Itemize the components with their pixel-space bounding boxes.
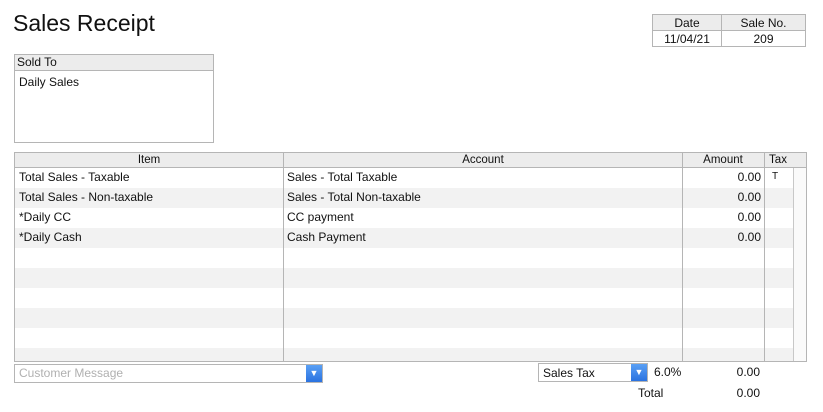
date-field[interactable]: 11/04/21 bbox=[652, 30, 722, 47]
table-row[interactable]: *Daily CC CC payment 0.00 bbox=[15, 208, 806, 228]
table-scrollbar[interactable] bbox=[793, 168, 806, 361]
customer-message-select[interactable]: Customer Message ▼ bbox=[14, 364, 323, 383]
receipt-meta: Date Sale No. 11/04/21 209 bbox=[652, 14, 806, 47]
row-tax[interactable]: T bbox=[767, 168, 783, 188]
page-title: Sales Receipt bbox=[13, 10, 155, 36]
row-account[interactable]: CC payment bbox=[287, 208, 681, 228]
sale-no-field[interactable]: 209 bbox=[721, 30, 806, 47]
row-amount[interactable]: 0.00 bbox=[683, 208, 761, 228]
header-tax: Tax bbox=[769, 154, 787, 166]
row-amount[interactable]: 0.00 bbox=[683, 228, 761, 248]
row-tax[interactable] bbox=[767, 208, 783, 228]
total-label: Total bbox=[638, 386, 664, 400]
row-tax[interactable] bbox=[767, 228, 783, 248]
sales-tax-select[interactable]: Sales Tax ▼ bbox=[538, 363, 648, 382]
sales-tax-value: Sales Tax bbox=[543, 366, 595, 380]
row-amount[interactable]: 0.00 bbox=[683, 188, 761, 208]
column-divider bbox=[283, 153, 284, 361]
row-item[interactable]: *Daily Cash bbox=[19, 228, 283, 248]
row-account[interactable]: Sales - Total Non-taxable bbox=[287, 188, 681, 208]
total-amount: 0.00 bbox=[736, 386, 760, 400]
chevron-down-icon[interactable]: ▼ bbox=[631, 364, 647, 381]
empty-row[interactable] bbox=[15, 328, 806, 348]
table-row[interactable]: *Daily Cash Cash Payment 0.00 bbox=[15, 228, 806, 248]
table-row[interactable]: Total Sales - Taxable Sales - Total Taxa… bbox=[15, 168, 806, 188]
row-account[interactable]: Sales - Total Taxable bbox=[287, 168, 681, 188]
date-label: Date bbox=[652, 14, 722, 31]
table-rows: Total Sales - Taxable Sales - Total Taxa… bbox=[15, 168, 806, 361]
row-item[interactable]: *Daily CC bbox=[19, 208, 283, 228]
column-divider bbox=[682, 153, 683, 361]
header-amount: Amount bbox=[703, 154, 743, 166]
table-header: Item Account Amount Tax bbox=[15, 153, 806, 168]
row-amount[interactable]: 0.00 bbox=[683, 168, 761, 188]
column-divider bbox=[764, 153, 765, 361]
row-tax[interactable] bbox=[767, 188, 783, 208]
empty-row[interactable] bbox=[15, 248, 806, 268]
row-item[interactable]: Total Sales - Taxable bbox=[19, 168, 283, 188]
header-item: Item bbox=[137, 154, 161, 166]
row-item[interactable]: Total Sales - Non-taxable bbox=[19, 188, 283, 208]
empty-row[interactable] bbox=[15, 348, 806, 361]
chevron-down-icon[interactable]: ▼ bbox=[306, 365, 322, 382]
customer-message-placeholder: Customer Message bbox=[19, 366, 124, 380]
tax-amount: 0.00 bbox=[736, 365, 760, 379]
empty-row[interactable] bbox=[15, 268, 806, 288]
header-account: Account bbox=[462, 154, 504, 166]
sold-to-label: Sold To bbox=[15, 55, 213, 71]
sold-to-box[interactable]: Sold To Daily Sales bbox=[14, 54, 214, 143]
line-items-table: Item Account Amount Tax Total Sales - Ta… bbox=[14, 152, 807, 362]
empty-row[interactable] bbox=[15, 308, 806, 328]
row-account[interactable]: Cash Payment bbox=[287, 228, 681, 248]
sold-to-value[interactable]: Daily Sales bbox=[15, 71, 213, 89]
empty-row[interactable] bbox=[15, 288, 806, 308]
tax-rate: 6.0% bbox=[654, 365, 682, 379]
table-row[interactable]: Total Sales - Non-taxable Sales - Total … bbox=[15, 188, 806, 208]
sale-no-label: Sale No. bbox=[721, 14, 806, 31]
